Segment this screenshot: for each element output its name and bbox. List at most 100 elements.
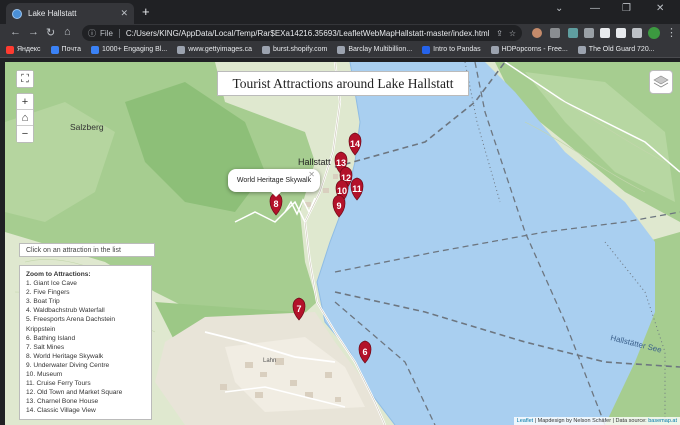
bookmark-label: www.gettyimages.ca xyxy=(188,46,253,53)
star-icon[interactable]: ☆ xyxy=(509,29,516,38)
reload-icon[interactable]: ↻ xyxy=(46,26,55,39)
bookmark-item[interactable]: Почта xyxy=(50,45,81,54)
bookmark-label: Intro to Pandas xyxy=(433,46,481,53)
map-title: Tourist Attractions around Lake Hallstat… xyxy=(217,71,469,96)
attraction-link[interactable]: 6. Bathing Island xyxy=(26,334,145,343)
list-hint: Click on an attraction in the list xyxy=(19,243,155,257)
bookmark-item[interactable]: Intro to Pandas xyxy=(422,45,481,54)
attraction-link[interactable]: 13. Charnel Bone House xyxy=(26,397,145,406)
home-icon[interactable]: ⌂ xyxy=(64,26,71,38)
svg-text:11: 11 xyxy=(352,184,362,194)
extension-icon[interactable] xyxy=(550,28,560,38)
attraction-link[interactable]: 12. Old Town and Market Square xyxy=(26,388,145,397)
chevron-down-icon[interactable]: ⌄ xyxy=(555,3,563,14)
attraction-link[interactable]: 10. Museum xyxy=(26,370,145,379)
bookmark-icon xyxy=(337,45,346,54)
bookmark-item[interactable]: Barclay Multibillion... xyxy=(337,45,413,54)
fullscreen-icon[interactable]: ⛶ xyxy=(17,71,33,87)
attribution-design: Mapdesign by Nelson Schäfer xyxy=(537,418,612,424)
attractions-list: Zoom to Attractions: 1. Giant Ice Cave 2… xyxy=(19,265,152,420)
popup-text: World Heritage Skywalk xyxy=(236,177,312,184)
address-bar[interactable]: ⓘ File C:/Users/KING/AppData/Local/Temp/… xyxy=(82,25,522,41)
back-icon[interactable]: ← xyxy=(10,26,21,38)
place-label-lahn: Lahn xyxy=(263,358,276,364)
bookmark-label: 1000+ Engaging Bl... xyxy=(102,46,168,53)
basemap-link[interactable]: basemap.at xyxy=(648,418,677,424)
close-window-button[interactable]: ✕ xyxy=(656,3,664,14)
extension-icon[interactable] xyxy=(532,28,542,38)
svg-text:10: 10 xyxy=(337,186,347,196)
extension-icon[interactable] xyxy=(600,28,610,38)
bookmark-item[interactable]: HDPopcorns - Free... xyxy=(490,45,568,54)
zoom-out-button[interactable]: − xyxy=(17,126,33,142)
bookmark-item[interactable]: www.gettyimages.ca xyxy=(177,45,253,54)
svg-text:9: 9 xyxy=(336,201,341,211)
share-icon[interactable]: ⇪ xyxy=(496,29,503,38)
info-icon[interactable]: ⓘ xyxy=(88,28,96,39)
browser-titlebar: Lake Hallstatt ✕ + ⌄ — ❐ ✕ xyxy=(0,0,680,24)
bookmark-icon xyxy=(262,45,271,54)
fullscreen-control[interactable]: ⛶ xyxy=(16,70,34,88)
attribution-source-label: Data source: xyxy=(615,418,647,424)
bookmark-item[interactable]: Яндекс xyxy=(6,45,41,54)
globe-icon xyxy=(12,8,22,19)
bookmark-icon xyxy=(50,45,59,54)
bookmark-label: The Old Guard 720... xyxy=(588,46,655,53)
bookmark-icon xyxy=(422,45,431,54)
bookmark-icon xyxy=(577,45,586,54)
bookmark-icon xyxy=(177,45,186,54)
svg-text:14: 14 xyxy=(350,139,360,149)
url-text[interactable]: C:/Users/KING/AppData/Local/Temp/Rar$EXa… xyxy=(126,29,490,38)
maximize-button[interactable]: ❐ xyxy=(622,3,631,14)
attraction-link[interactable]: 3. Boat Trip xyxy=(26,297,145,306)
svg-text:7: 7 xyxy=(296,304,301,314)
extension-icon[interactable] xyxy=(568,28,578,38)
bookmarks-bar: Яндекс Почта 1000+ Engaging Bl... www.ge… xyxy=(0,42,680,58)
puzzle-icon[interactable] xyxy=(616,28,626,38)
bookmark-label: burst.shopify.com xyxy=(273,46,328,53)
zoom-in-button[interactable]: + xyxy=(17,94,33,110)
map-attribution: Leaflet | Mapdesign by Nelson Schäfer | … xyxy=(513,417,680,425)
zoom-control: + ⌂ − xyxy=(16,93,34,143)
leaflet-link[interactable]: Leaflet xyxy=(517,418,534,424)
tab-title: Lake Hallstatt xyxy=(28,9,77,18)
new-tab-button[interactable]: + xyxy=(142,4,150,19)
attraction-link[interactable]: 8. World Heritage Skywalk xyxy=(26,352,145,361)
svg-text:13: 13 xyxy=(336,158,346,168)
tab-close-icon[interactable]: ✕ xyxy=(120,8,128,19)
attraction-link[interactable]: 7. Salt Mines xyxy=(26,343,145,352)
bookmark-item[interactable]: burst.shopify.com xyxy=(262,45,328,54)
place-label-salzberg: Salzberg xyxy=(70,122,104,132)
sidebar-icon[interactable] xyxy=(632,28,642,38)
attraction-link[interactable]: 4. Waldbachstrub Waterfall xyxy=(26,306,145,315)
bookmark-label: Яндекс xyxy=(17,46,41,53)
svg-text:6: 6 xyxy=(362,347,367,357)
bookmark-label: Barclay Multibillion... xyxy=(348,46,413,53)
home-icon[interactable]: ⌂ xyxy=(17,110,33,126)
attraction-link[interactable]: 14. Classic Village View xyxy=(26,406,145,415)
download-icon[interactable] xyxy=(584,28,594,38)
attraction-link[interactable]: 2. Five Fingers xyxy=(26,288,145,297)
forward-icon[interactable]: → xyxy=(28,26,39,38)
attraction-popup: ✕ World Heritage Skywalk xyxy=(228,169,320,192)
popup-close-icon[interactable]: ✕ xyxy=(308,170,315,179)
minimize-button[interactable]: — xyxy=(590,3,600,14)
browser-tab[interactable]: Lake Hallstatt ✕ xyxy=(6,3,134,24)
bookmark-label: HDPopcorns - Free... xyxy=(501,46,568,53)
svg-text:8: 8 xyxy=(273,199,278,209)
file-label: File xyxy=(100,28,120,38)
bookmark-icon xyxy=(91,45,99,54)
attraction-link[interactable]: 5. Freesports Arena Dachstein Krippstein xyxy=(26,315,145,333)
layers-control[interactable] xyxy=(649,70,673,94)
place-label-hallstatt: Hallstatt xyxy=(298,157,331,167)
attraction-link[interactable]: 9. Underwater Diving Centre xyxy=(26,361,145,370)
map-viewport[interactable]: Salzberg Hallstatt Hallstätter See Lahn … xyxy=(5,62,680,425)
bookmark-item[interactable]: 1000+ Engaging Bl... xyxy=(91,45,168,54)
bookmark-icon xyxy=(6,45,14,54)
avatar[interactable] xyxy=(648,27,660,39)
popup-tip xyxy=(270,191,282,197)
attraction-link[interactable]: 11. Cruise Ferry Tours xyxy=(26,379,145,388)
menu-icon[interactable]: ⋮ xyxy=(666,26,677,39)
bookmark-item[interactable]: The Old Guard 720... xyxy=(577,45,655,54)
attraction-link[interactable]: 1. Giant Ice Cave xyxy=(26,279,145,288)
